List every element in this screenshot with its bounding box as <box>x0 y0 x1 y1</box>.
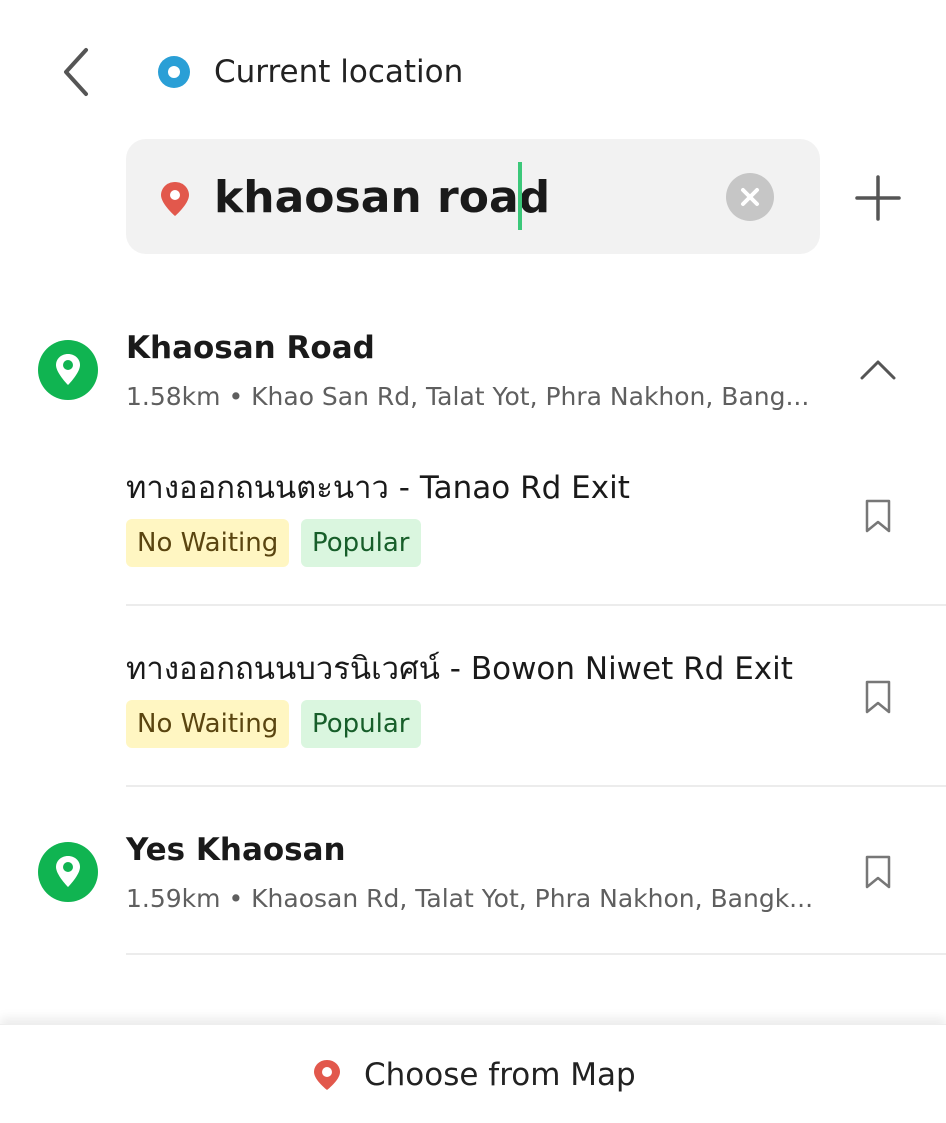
text-caret <box>518 162 522 230</box>
sub-result-title: ทางออกถนนตะนาว - Tanao Rd Exit <box>126 470 630 506</box>
sub-result-tanao-exit[interactable]: ทางออกถนนตะนาว - Tanao Rd Exit No Waitin… <box>0 456 946 596</box>
collapse-button[interactable] <box>856 354 900 384</box>
close-icon <box>741 188 759 206</box>
divider <box>126 785 946 787</box>
result-title: Yes Khaosan <box>126 832 346 868</box>
map-pin-icon <box>161 182 189 216</box>
plus-icon <box>855 175 901 221</box>
add-stop-button[interactable] <box>852 172 904 224</box>
tag-no-waiting: No Waiting <box>126 519 290 567</box>
tag-popular: Popular <box>301 519 421 567</box>
divider <box>126 604 946 606</box>
sub-result-title: ทางออกถนนบวรนิเวศน์ - Bowon Niwet Rd Exi… <box>126 651 793 687</box>
tag-popular: Popular <box>301 700 421 748</box>
map-pin-icon <box>314 1060 340 1090</box>
divider <box>126 953 946 955</box>
location-pin-icon <box>38 340 98 400</box>
back-button[interactable] <box>52 44 102 100</box>
bookmark-icon[interactable] <box>863 679 893 715</box>
result-title: Khaosan Road <box>126 330 375 366</box>
current-location-icon <box>158 56 190 88</box>
chevron-up-icon <box>860 360 896 380</box>
choose-from-map-label: Choose from Map <box>364 1057 636 1093</box>
result-item-yes-khaosan[interactable]: Yes Khaosan 1.59km • Khaosan Rd, Talat Y… <box>0 820 946 932</box>
search-input[interactable]: khaosan road <box>214 170 550 226</box>
clear-search-button[interactable] <box>726 173 774 221</box>
tag-no-waiting: No Waiting <box>126 700 290 748</box>
origin-label[interactable]: Current location <box>214 52 463 92</box>
result-address: 1.58km • Khao San Rd, Talat Yot, Phra Na… <box>126 382 810 411</box>
result-item-khaosan-road[interactable]: Khaosan Road 1.58km • Khao San Rd, Talat… <box>0 318 946 430</box>
chevron-left-icon <box>64 48 88 96</box>
location-pin-icon <box>38 842 98 902</box>
result-address: 1.59km • Khaosan Rd, Talat Yot, Phra Nak… <box>126 884 814 913</box>
sub-result-bowon-niwet-exit[interactable]: ทางออกถนนบวรนิเวศน์ - Bowon Niwet Rd Exi… <box>0 637 946 777</box>
bookmark-icon[interactable] <box>863 498 893 534</box>
bookmark-icon[interactable] <box>863 854 893 890</box>
